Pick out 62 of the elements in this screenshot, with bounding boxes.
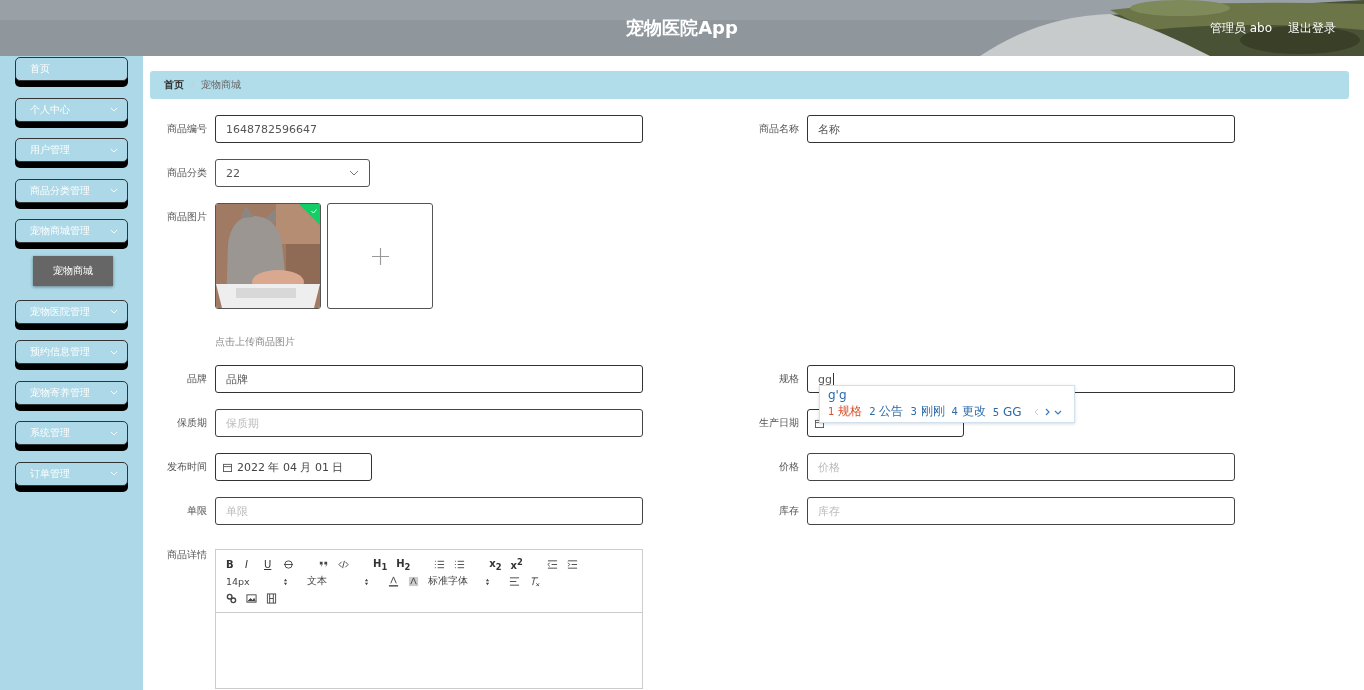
input-field[interactable]: 1648782596647 xyxy=(215,115,643,143)
field-label: 商品详情 xyxy=(166,548,207,562)
input-field[interactable]: 品牌 xyxy=(215,365,643,393)
breadcrumb-item: 宠物商城 xyxy=(201,78,241,92)
date-field[interactable]: 2022 年 04 月 01 日 xyxy=(215,453,372,481)
upload-button[interactable] xyxy=(327,203,433,309)
field-label: 商品名称 xyxy=(758,122,799,136)
plus-icon xyxy=(371,247,389,265)
ime-candidate[interactable]: 5 GG xyxy=(992,404,1022,419)
format-button[interactable]: x$^{2}$ xyxy=(510,557,523,572)
ime-candidate[interactable]: 3 刚刚 xyxy=(910,403,945,420)
app-title: 宠物医院App xyxy=(626,16,738,40)
updown-icon xyxy=(485,577,490,586)
image-icon[interactable] xyxy=(246,593,257,604)
breadcrumb-item[interactable]: 首页 xyxy=(164,78,184,92)
bullet-list-icon[interactable] xyxy=(454,559,466,570)
format-button[interactable]: x$_{2}$ xyxy=(489,557,502,572)
field-label: 发布时间 xyxy=(166,460,207,474)
field-label: 保质期 xyxy=(176,416,207,430)
format-button[interactable]: H$_{1}$ xyxy=(373,557,388,572)
format-button[interactable]: U xyxy=(264,559,274,570)
picker-dropdown[interactable]: 14px xyxy=(226,576,298,587)
upload-hint: 点击上传商品图片 xyxy=(215,336,296,349)
logout-link[interactable]: 退出登录 xyxy=(1288,20,1336,37)
clear-format-icon[interactable] xyxy=(529,576,540,587)
chevron-icon xyxy=(349,170,359,176)
field-label: 品牌 xyxy=(186,372,207,386)
field-label: 生产日期 xyxy=(758,416,799,430)
input-field[interactable]: 名称 xyxy=(807,115,1235,143)
select-field[interactable]: 22 xyxy=(215,159,370,187)
updown-icon xyxy=(364,577,369,586)
calendar-icon xyxy=(815,418,824,428)
video-icon[interactable] xyxy=(266,593,277,604)
field-label: 商品图片 xyxy=(166,210,207,224)
highlight-icon[interactable] xyxy=(408,576,419,587)
field-label: 商品编号 xyxy=(166,122,207,136)
picker-dropdown[interactable]: 文本 xyxy=(307,575,379,588)
field-label: 规格 xyxy=(778,372,799,386)
field-label: 库存 xyxy=(778,504,799,518)
strikethrough-icon[interactable] xyxy=(283,559,294,570)
format-button[interactable]: B xyxy=(226,559,236,570)
submenu-item[interactable]: 宠物商城 xyxy=(33,255,113,286)
calendar-icon xyxy=(223,462,232,472)
user-name: 管理员 abo xyxy=(1209,20,1272,37)
link-icon[interactable] xyxy=(226,593,237,604)
ime-candidate[interactable]: 1 规格 xyxy=(828,403,863,420)
picker-dropdown[interactable]: 标准字体 xyxy=(428,575,500,588)
field-label: 价格 xyxy=(778,460,799,474)
outdent-icon[interactable] xyxy=(546,559,558,570)
indent-icon[interactable] xyxy=(566,559,578,570)
ime-candidate[interactable]: 4 更改 xyxy=(951,403,986,420)
text-color-icon[interactable] xyxy=(388,576,399,587)
ime-candidate[interactable]: 2 公告 xyxy=(869,403,904,420)
field-label: 单限 xyxy=(186,504,207,518)
code-icon[interactable] xyxy=(338,559,349,570)
rich-text-editor[interactable]: B I U H$_{1}$ H$_{2}$ x$_{2}$ x$^{2}$ 14px 文本 标准字体 xyxy=(215,549,643,689)
field-label: 商品分类 xyxy=(166,166,207,180)
format-button[interactable]: H$_{2}$ xyxy=(396,557,411,572)
ordered-list-icon[interactable] xyxy=(434,559,446,570)
align-icon[interactable] xyxy=(509,576,520,587)
updown-icon xyxy=(283,577,288,586)
format-button[interactable]: I xyxy=(245,559,255,570)
